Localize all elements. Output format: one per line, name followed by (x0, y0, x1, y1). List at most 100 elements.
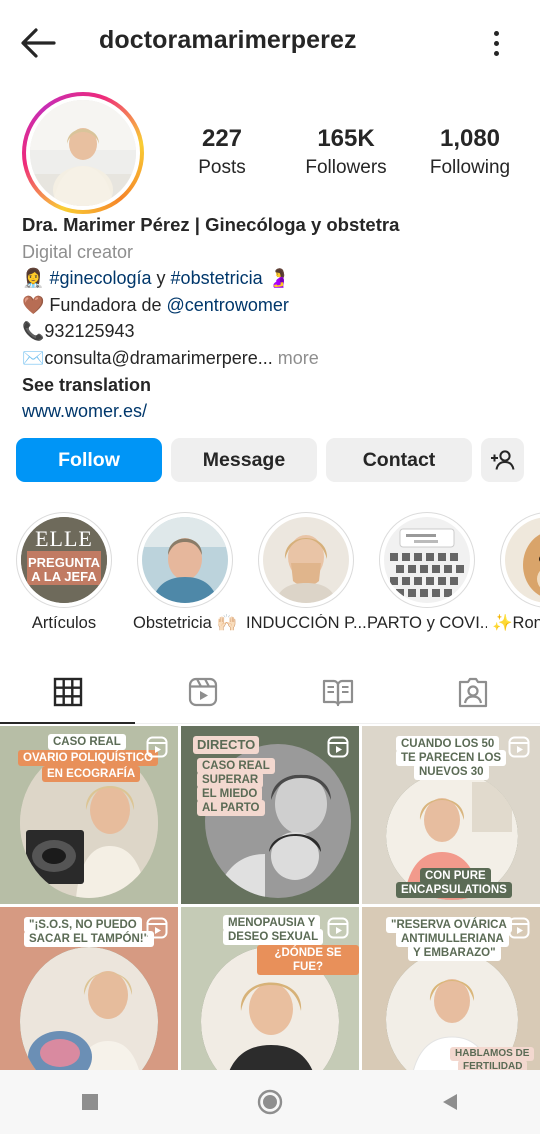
highlight-induccion[interactable]: INDUCCIÓN P... (246, 512, 366, 633)
pregnant-icon: 🤰 (267, 268, 291, 289)
guides-icon (322, 679, 353, 706)
post-caption-text: FERTILIDAD (458, 1060, 528, 1070)
reels-icon (188, 677, 217, 706)
bio-line-email: ✉️consulta@dramarimerpere... more (22, 345, 522, 372)
post-caption-text: ENCAPSULATIONS (396, 882, 512, 898)
tab-tagged[interactable] (405, 660, 540, 723)
system-navigation-bar (0, 1070, 540, 1134)
highlight-articulos[interactable]: ELLE PREGUNTA A LA JEFA Artículos (4, 512, 124, 633)
tagged-icon (458, 677, 487, 707)
tab-posts-grid[interactable] (0, 660, 135, 724)
post-thumbnail[interactable]: DIRECTO CASO REAL SUPERAR EL MIEDO AL PA… (181, 726, 359, 904)
post-caption-text: Y EMBARAZO" (408, 945, 501, 961)
highlight-parto-covid[interactable]: PARTO y COVI... (367, 512, 487, 633)
highlight-cover-title: ELLE (35, 526, 93, 551)
arrow-left-icon (21, 28, 56, 58)
post-thumbnail[interactable]: CUANDO LOS 50 TE PARECEN LOS NUEVOS 30 C… (362, 726, 540, 904)
heart-icon: 🤎 (22, 294, 45, 315)
bio-line-hashtags: 👩‍⚕️ #ginecología y #obstetricia 🤰 (22, 265, 522, 292)
post-thumbnail[interactable]: MENOPAUSIA Y DESEO SEXUAL ¿DÓNDE SE FUE? (181, 907, 359, 1070)
bio-line-phone: 📞932125943 (22, 318, 522, 345)
story-highlights: ELLE PREGUNTA A LA JEFA Artículos Obstet… (0, 512, 540, 642)
bio-conjunction: y (151, 268, 171, 289)
profile-username: doctoramarimerperez (99, 26, 357, 54)
post-caption-text: CASO REAL (48, 734, 126, 750)
highlight-cover-text: PREGUNTA (28, 555, 100, 570)
posts-grid: CASO REAL OVARIO POLIQUÍSTICO EN ECOGRAF… (0, 726, 540, 1070)
suggested-users-button[interactable] (481, 438, 524, 482)
message-button[interactable]: Message (171, 438, 317, 482)
reels-icon (327, 917, 349, 939)
tab-guides[interactable] (270, 660, 405, 723)
highlight-cover (505, 517, 540, 603)
highlight-cover (384, 517, 470, 603)
mention-link[interactable]: @centrowomer (167, 295, 289, 315)
post-caption-text: DESEO SEXUAL (223, 929, 324, 945)
post-caption-text: AL PARTO (197, 800, 265, 816)
bio-phone: 932125943 (44, 321, 135, 342)
reels-icon (508, 736, 530, 758)
profile-bio: Dra. Marimer Pérez | Ginecóloga y obstet… (22, 212, 522, 425)
stat-following[interactable]: 1,080 Following (408, 124, 532, 188)
profile-stats: 227 Posts 165K Followers 1,080 Following (160, 124, 532, 188)
post-caption-text: DIRECTO (193, 736, 260, 754)
more-options-button[interactable] (482, 26, 510, 60)
stat-followers[interactable]: 165K Followers (284, 124, 408, 188)
profile-tabs (0, 660, 540, 724)
stat-following-value: 1,080 (439, 125, 501, 152)
highlight-cover (263, 517, 349, 603)
post-thumbnail[interactable]: "¡S.O.S, NO PUEDO SACAR EL TAMPÓN!" (0, 907, 178, 1070)
highlight-ron[interactable]: ✨Ron (488, 512, 540, 633)
stat-followers-label: Followers (305, 157, 387, 178)
post-thumbnail[interactable]: "RESERVA OVÁRICA ANTIMULLERIANA Y EMBARA… (362, 907, 540, 1070)
reels-icon (146, 736, 168, 758)
home-button[interactable] (240, 1078, 300, 1126)
post-caption-text: HABLAMOS DE (450, 1047, 535, 1061)
reels-icon (327, 736, 349, 758)
tab-reels[interactable] (135, 660, 270, 723)
post-caption-text: EN ECOGRAFÍA (42, 766, 141, 782)
person-add-icon (490, 450, 514, 470)
avatar-photo (30, 100, 136, 206)
highlight-cover-text: A LA JEFA (31, 569, 97, 584)
hashtag-link[interactable]: #obstetricia (171, 268, 263, 288)
triangle-back-icon (443, 1094, 457, 1110)
hashtag-link[interactable]: #ginecología (49, 268, 151, 288)
highlight-label: PARTO y COVI... (367, 614, 487, 632)
post-caption-text: OVARIO POLIQUÍSTICO (18, 750, 159, 766)
highlight-label: Artículos (31, 614, 97, 632)
bio-founder-text: Fundadora de (44, 294, 167, 315)
envelope-icon: ✉️ (22, 347, 45, 368)
stat-posts-label: Posts (198, 157, 246, 178)
highlight-label: INDUCCIÓN P... (246, 614, 366, 632)
contact-button[interactable]: Contact (326, 438, 472, 482)
post-caption-text: ¿DÓNDE SE FUE? (257, 945, 359, 975)
square-icon (82, 1094, 98, 1110)
website-link[interactable]: www.womer.es/ (22, 398, 522, 425)
phone-icon: 📞 (22, 321, 45, 342)
reels-icon (508, 917, 530, 939)
follow-button[interactable]: Follow (16, 438, 162, 482)
stat-posts-value: 227 (201, 125, 243, 152)
stat-followers-value: 165K (317, 125, 375, 152)
health-worker-icon: 👩‍⚕️ (22, 268, 45, 289)
post-caption-text: SACAR EL TAMPÓN!" (24, 931, 155, 947)
see-translation-link[interactable]: See translation (22, 372, 522, 399)
bio-name: Dra. Marimer Pérez | Ginecóloga y obstet… (22, 214, 400, 235)
circle-home-icon (257, 1089, 283, 1115)
post-thumbnail[interactable]: CASO REAL OVARIO POLIQUÍSTICO EN ECOGRAF… (0, 726, 178, 904)
bio-line-founder: 🤎 Fundadora de @centrowomer (22, 292, 522, 319)
grid-icon (53, 677, 82, 706)
profile-avatar[interactable] (22, 92, 144, 214)
profile-actions: Follow Message Contact (16, 438, 524, 484)
bio-more-link[interactable]: more (273, 348, 319, 368)
highlight-cover: ELLE PREGUNTA A LA JEFA (21, 517, 107, 603)
recents-button[interactable] (60, 1078, 120, 1126)
reels-icon (146, 917, 168, 939)
bio-email: consulta@dramarimerpere... (44, 347, 273, 368)
stat-posts[interactable]: 227 Posts (160, 124, 284, 188)
highlight-obstetricia[interactable]: Obstetricia 🙌🏻 (125, 512, 245, 633)
post-caption-text: NUEVOS 30 (414, 764, 489, 780)
system-back-button[interactable] (420, 1078, 480, 1126)
back-button[interactable] (18, 26, 58, 60)
